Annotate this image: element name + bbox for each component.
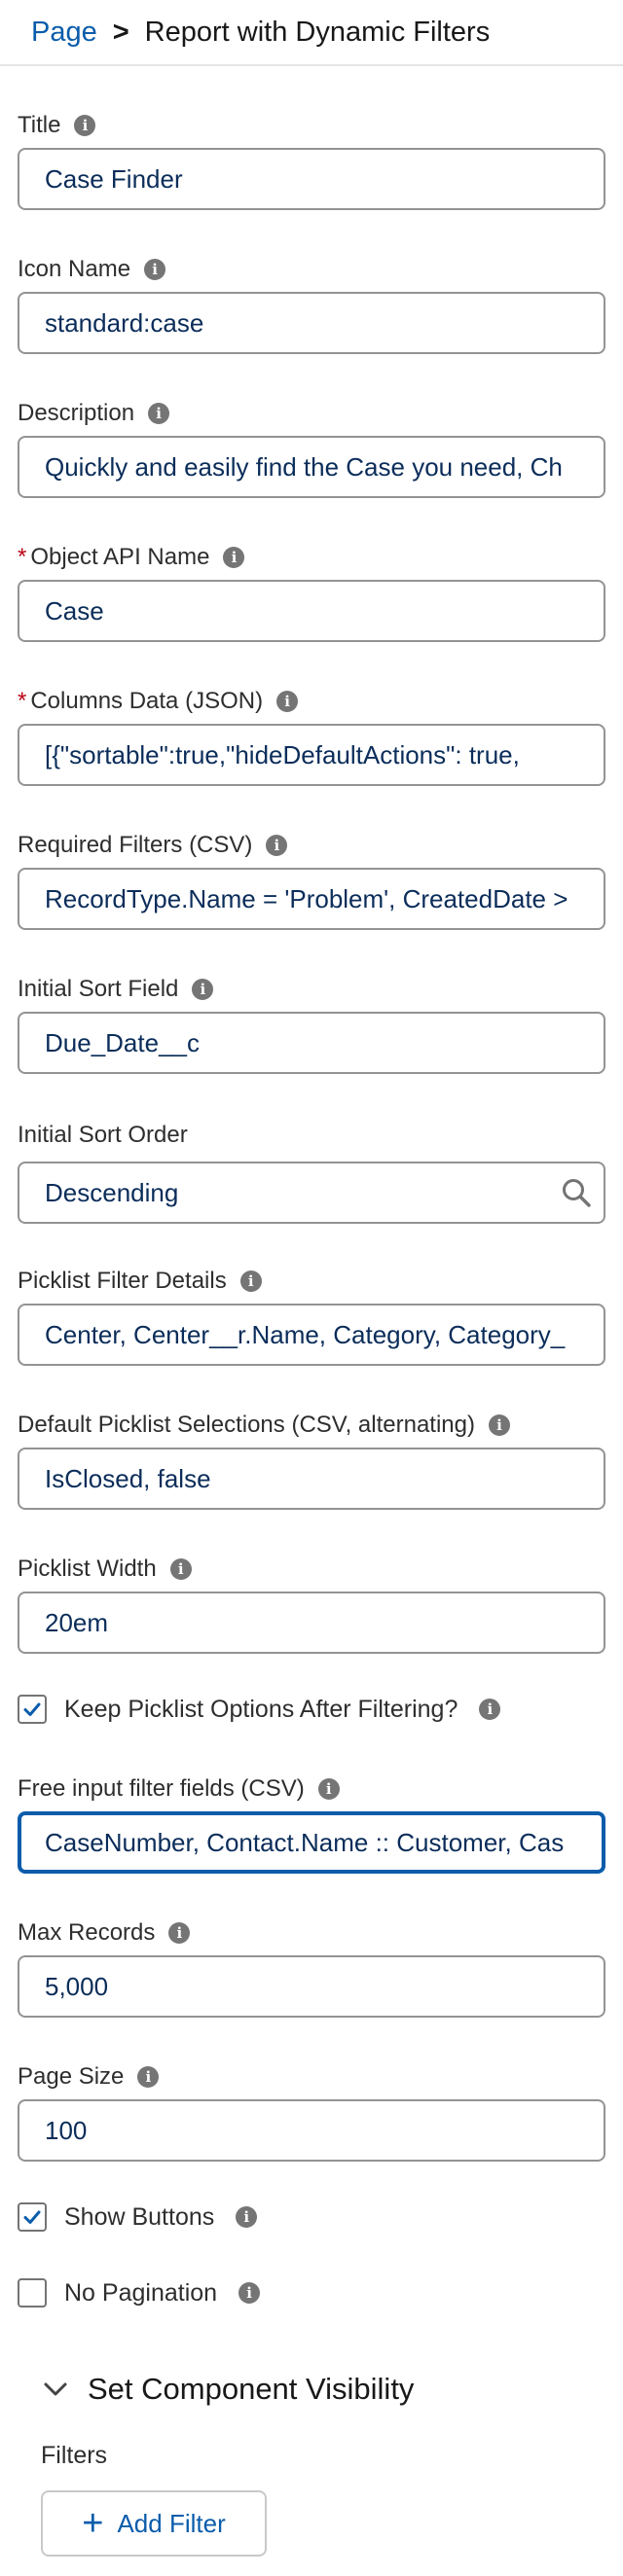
info-icon[interactable]: i <box>148 403 170 424</box>
default-picklist-selections-input[interactable] <box>18 1448 605 1510</box>
free-input-filter-fields-field: Free input filter fields (CSV) i <box>18 1772 605 1874</box>
info-icon[interactable]: i <box>489 1414 510 1436</box>
no-pagination-checkbox-row[interactable]: No Pagination i <box>18 2278 261 2308</box>
description-label: Description <box>18 400 135 426</box>
info-icon[interactable]: i <box>169 1558 192 1580</box>
free-input-filter-fields-label: Free input filter fields (CSV) <box>18 1775 305 1802</box>
info-icon[interactable]: i <box>238 2282 261 2304</box>
title-input[interactable] <box>18 148 605 210</box>
picklist-filter-details-label: Picklist Filter Details <box>18 1268 227 1294</box>
chevron-down-icon <box>44 2382 67 2396</box>
icon-name-label-row: Icon Name i <box>18 253 605 286</box>
picklist-width-label-row: Picklist Width i <box>18 1553 605 1586</box>
info-icon[interactable]: i <box>276 691 299 712</box>
initial-sort-field-field: Initial Sort Field i <box>18 973 605 1074</box>
page-size-field: Page Size i <box>18 2060 605 2162</box>
search-icon[interactable] <box>561 1177 592 1208</box>
keep-picklist-checkbox[interactable] <box>18 1695 47 1724</box>
object-api-name-label-row: * Object API Name i <box>18 541 605 574</box>
info-icon[interactable]: i <box>236 2206 258 2228</box>
title-label: Title <box>18 112 61 138</box>
object-api-name-input[interactable] <box>18 580 605 642</box>
description-field: Description i <box>18 397 605 498</box>
max-records-input[interactable] <box>18 1955 605 2018</box>
initial-sort-order-label: Initial Sort Order <box>18 1122 188 1148</box>
icon-name-label: Icon Name <box>18 256 131 282</box>
info-icon[interactable]: i <box>239 1270 262 1292</box>
initial-sort-field-label: Initial Sort Field <box>18 976 179 1002</box>
page-size-label-row: Page Size i <box>18 2060 605 2093</box>
info-icon[interactable]: i <box>266 835 288 856</box>
max-records-field: Max Records i <box>18 1916 605 2018</box>
show-buttons-checkbox[interactable] <box>18 2202 47 2232</box>
description-input[interactable] <box>18 436 605 498</box>
filters-label: Filters <box>41 2442 108 2469</box>
info-icon[interactable]: i <box>317 1778 340 1800</box>
add-filter-button[interactable]: + Add Filter <box>41 2490 267 2557</box>
columns-data-input[interactable] <box>18 724 605 786</box>
info-icon[interactable]: i <box>223 547 245 568</box>
initial-sort-field-label-row: Initial Sort Field i <box>18 973 605 1006</box>
columns-data-label: Columns Data (JSON) <box>30 688 264 714</box>
no-pagination-checkbox[interactable] <box>18 2278 47 2308</box>
required-mark: * <box>18 544 27 570</box>
default-picklist-selections-field: Default Picklist Selections (CSV, altern… <box>18 1409 605 1510</box>
title-field: Title i <box>18 109 605 210</box>
max-records-label-row: Max Records i <box>18 1916 605 1950</box>
picklist-filter-details-input[interactable] <box>18 1304 605 1366</box>
required-filters-field: Required Filters (CSV) i <box>18 829 605 930</box>
checkmark-icon <box>23 2210 41 2224</box>
max-records-label: Max Records <box>18 1919 156 1946</box>
columns-data-label-row: * Columns Data (JSON) i <box>18 685 605 718</box>
breadcrumb-page-link[interactable]: Page <box>31 17 97 49</box>
page-size-label: Page Size <box>18 2063 125 2090</box>
page-size-input[interactable] <box>18 2099 605 2162</box>
picklist-width-label: Picklist Width <box>18 1556 157 1582</box>
default-picklist-selections-label: Default Picklist Selections (CSV, altern… <box>18 1412 475 1438</box>
info-icon[interactable]: i <box>137 2066 160 2088</box>
free-input-filter-fields-label-row: Free input filter fields (CSV) i <box>18 1772 605 1806</box>
breadcrumb-current: Report with Dynamic Filters <box>144 16 491 48</box>
info-icon[interactable]: i <box>144 259 166 280</box>
required-filters-label: Required Filters (CSV) <box>18 832 253 858</box>
required-filters-label-row: Required Filters (CSV) i <box>18 829 605 862</box>
default-picklist-selections-label-row: Default Picklist Selections (CSV, altern… <box>18 1409 605 1442</box>
info-icon[interactable]: i <box>192 979 214 1000</box>
add-filter-label: Add Filter <box>117 2508 226 2538</box>
free-input-filter-fields-input[interactable] <box>18 1811 605 1874</box>
no-pagination-label: No Pagination <box>64 2278 218 2307</box>
initial-sort-order-combobox[interactable] <box>18 1162 605 1224</box>
breadcrumb: Page > Report with Dynamic Filters <box>0 0 623 66</box>
info-icon[interactable]: i <box>479 1699 501 1720</box>
info-icon[interactable]: i <box>168 1922 191 1944</box>
breadcrumb-separator: > <box>112 16 129 48</box>
plus-icon: + <box>82 2503 104 2544</box>
object-api-name-label: Object API Name <box>30 544 210 570</box>
title-label-row: Title i <box>18 109 605 142</box>
initial-sort-order-field: Initial Sort Order <box>18 1119 605 1224</box>
initial-sort-field-input[interactable] <box>18 1012 605 1074</box>
picklist-width-field: Picklist Width i <box>18 1553 605 1654</box>
set-component-visibility-label: Set Component Visibility <box>88 2372 415 2406</box>
keep-picklist-checkbox-row[interactable]: Keep Picklist Options After Filtering? i <box>18 1695 501 1724</box>
show-buttons-label: Show Buttons <box>64 2202 215 2231</box>
picklist-filter-details-label-row: Picklist Filter Details i <box>18 1265 605 1298</box>
show-buttons-checkbox-row[interactable]: Show Buttons i <box>18 2202 258 2232</box>
icon-name-input[interactable] <box>18 292 605 354</box>
initial-sort-order-input[interactable] <box>18 1162 605 1224</box>
icon-name-field: Icon Name i <box>18 253 605 354</box>
checkmark-icon <box>23 1702 41 1716</box>
columns-data-field: * Columns Data (JSON) i <box>18 685 605 786</box>
initial-sort-order-label-row: Initial Sort Order <box>18 1119 605 1152</box>
picklist-width-input[interactable] <box>18 1592 605 1654</box>
object-api-name-field: * Object API Name i <box>18 541 605 642</box>
picklist-filter-details-field: Picklist Filter Details i <box>18 1265 605 1366</box>
set-component-visibility-toggle[interactable]: Set Component Visibility <box>41 2372 414 2407</box>
description-label-row: Description i <box>18 397 605 430</box>
keep-picklist-label: Keep Picklist Options After Filtering? <box>64 1695 458 1723</box>
required-filters-input[interactable] <box>18 868 605 930</box>
required-mark: * <box>18 688 27 714</box>
info-icon[interactable]: i <box>74 115 96 136</box>
